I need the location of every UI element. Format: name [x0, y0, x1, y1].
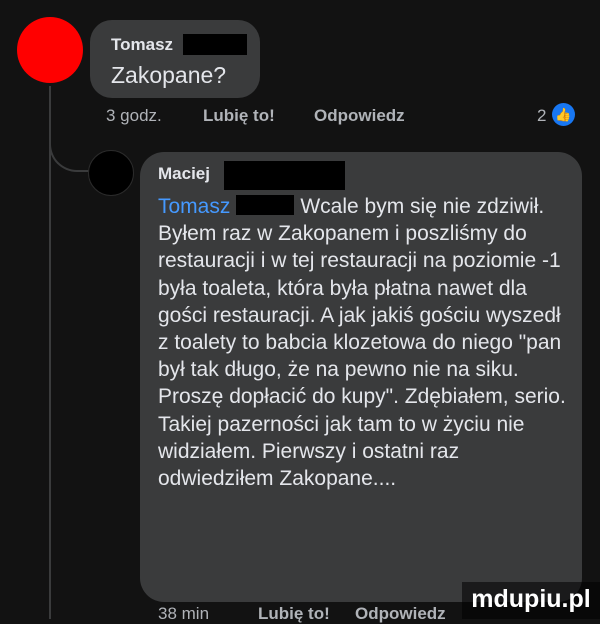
- comment-text: Zakopane?: [111, 62, 227, 88]
- thread-line: [49, 86, 51, 619]
- avatar[interactable]: [88, 150, 134, 196]
- reply-text: Tomasz Wcale bym się nie zdziwił. Byłem r…: [158, 193, 570, 492]
- redacted-mention: [236, 195, 295, 215]
- reaction-count[interactable]: 2: [537, 106, 546, 126]
- reply-button[interactable]: Odpowiedz: [314, 106, 405, 126]
- redacted-surname: [183, 34, 247, 55]
- comment-author[interactable]: Tomasz: [111, 35, 173, 55]
- comment-timestamp[interactable]: 3 godz.: [106, 106, 162, 126]
- reply-timestamp[interactable]: 38 min: [158, 604, 209, 624]
- reply-author[interactable]: Maciej: [158, 164, 210, 184]
- thread-connector: [49, 120, 89, 172]
- reply-message: Wcale bym się nie zdziwił. Byłem raz w Z…: [158, 195, 566, 491]
- thumbs-up-icon[interactable]: 👍: [552, 103, 575, 126]
- watermark-logo: mdupiu.pl: [462, 582, 600, 619]
- like-button[interactable]: Lubię to!: [203, 106, 275, 126]
- avatar[interactable]: [17, 17, 83, 83]
- reply-like-button[interactable]: Lubię to!: [258, 604, 330, 624]
- mention-link[interactable]: Tomasz: [158, 195, 230, 218]
- reply-reply-button[interactable]: Odpowiedz: [355, 604, 446, 624]
- redacted-surname: [224, 161, 345, 190]
